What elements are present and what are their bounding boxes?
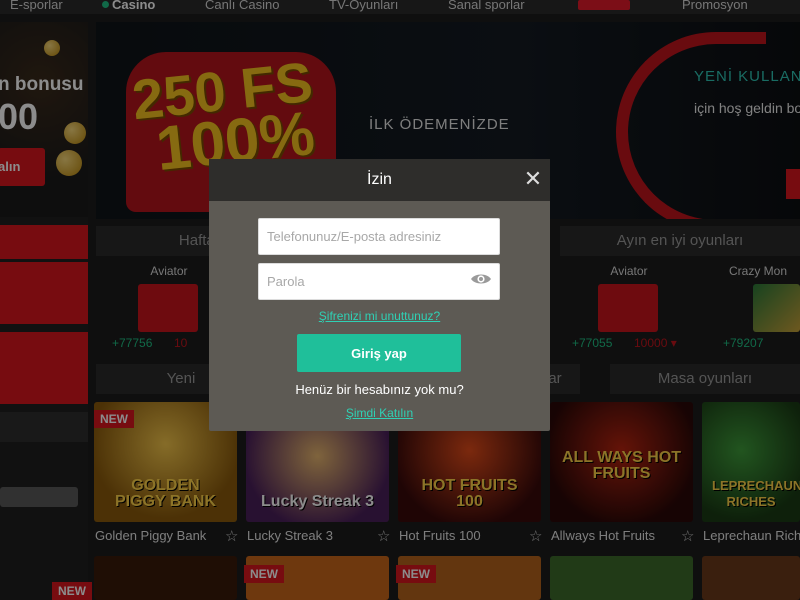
modal-header: İzin ✕ [209, 159, 550, 201]
password-input[interactable] [258, 263, 500, 300]
forgot-password-link[interactable]: Şifrenizi mi unuttunuz? [209, 309, 550, 323]
login-modal: İzin ✕ Şifrenizi mi unuttunuz? Giriş yap… [209, 159, 550, 431]
login-button[interactable]: Giriş yap [297, 334, 461, 372]
join-now-link[interactable]: Şimdi Katılın [209, 406, 550, 420]
modal-title: İzin [367, 171, 392, 188]
eye-icon[interactable] [470, 272, 492, 286]
email-phone-input[interactable] [258, 218, 500, 255]
close-icon[interactable]: ✕ [522, 167, 544, 191]
no-account-text: Henüz bir hesabınız yok mu? [295, 382, 464, 397]
casino-page: E-sporlar Casino Canlı Casino TV-Oyunlar… [0, 0, 800, 600]
